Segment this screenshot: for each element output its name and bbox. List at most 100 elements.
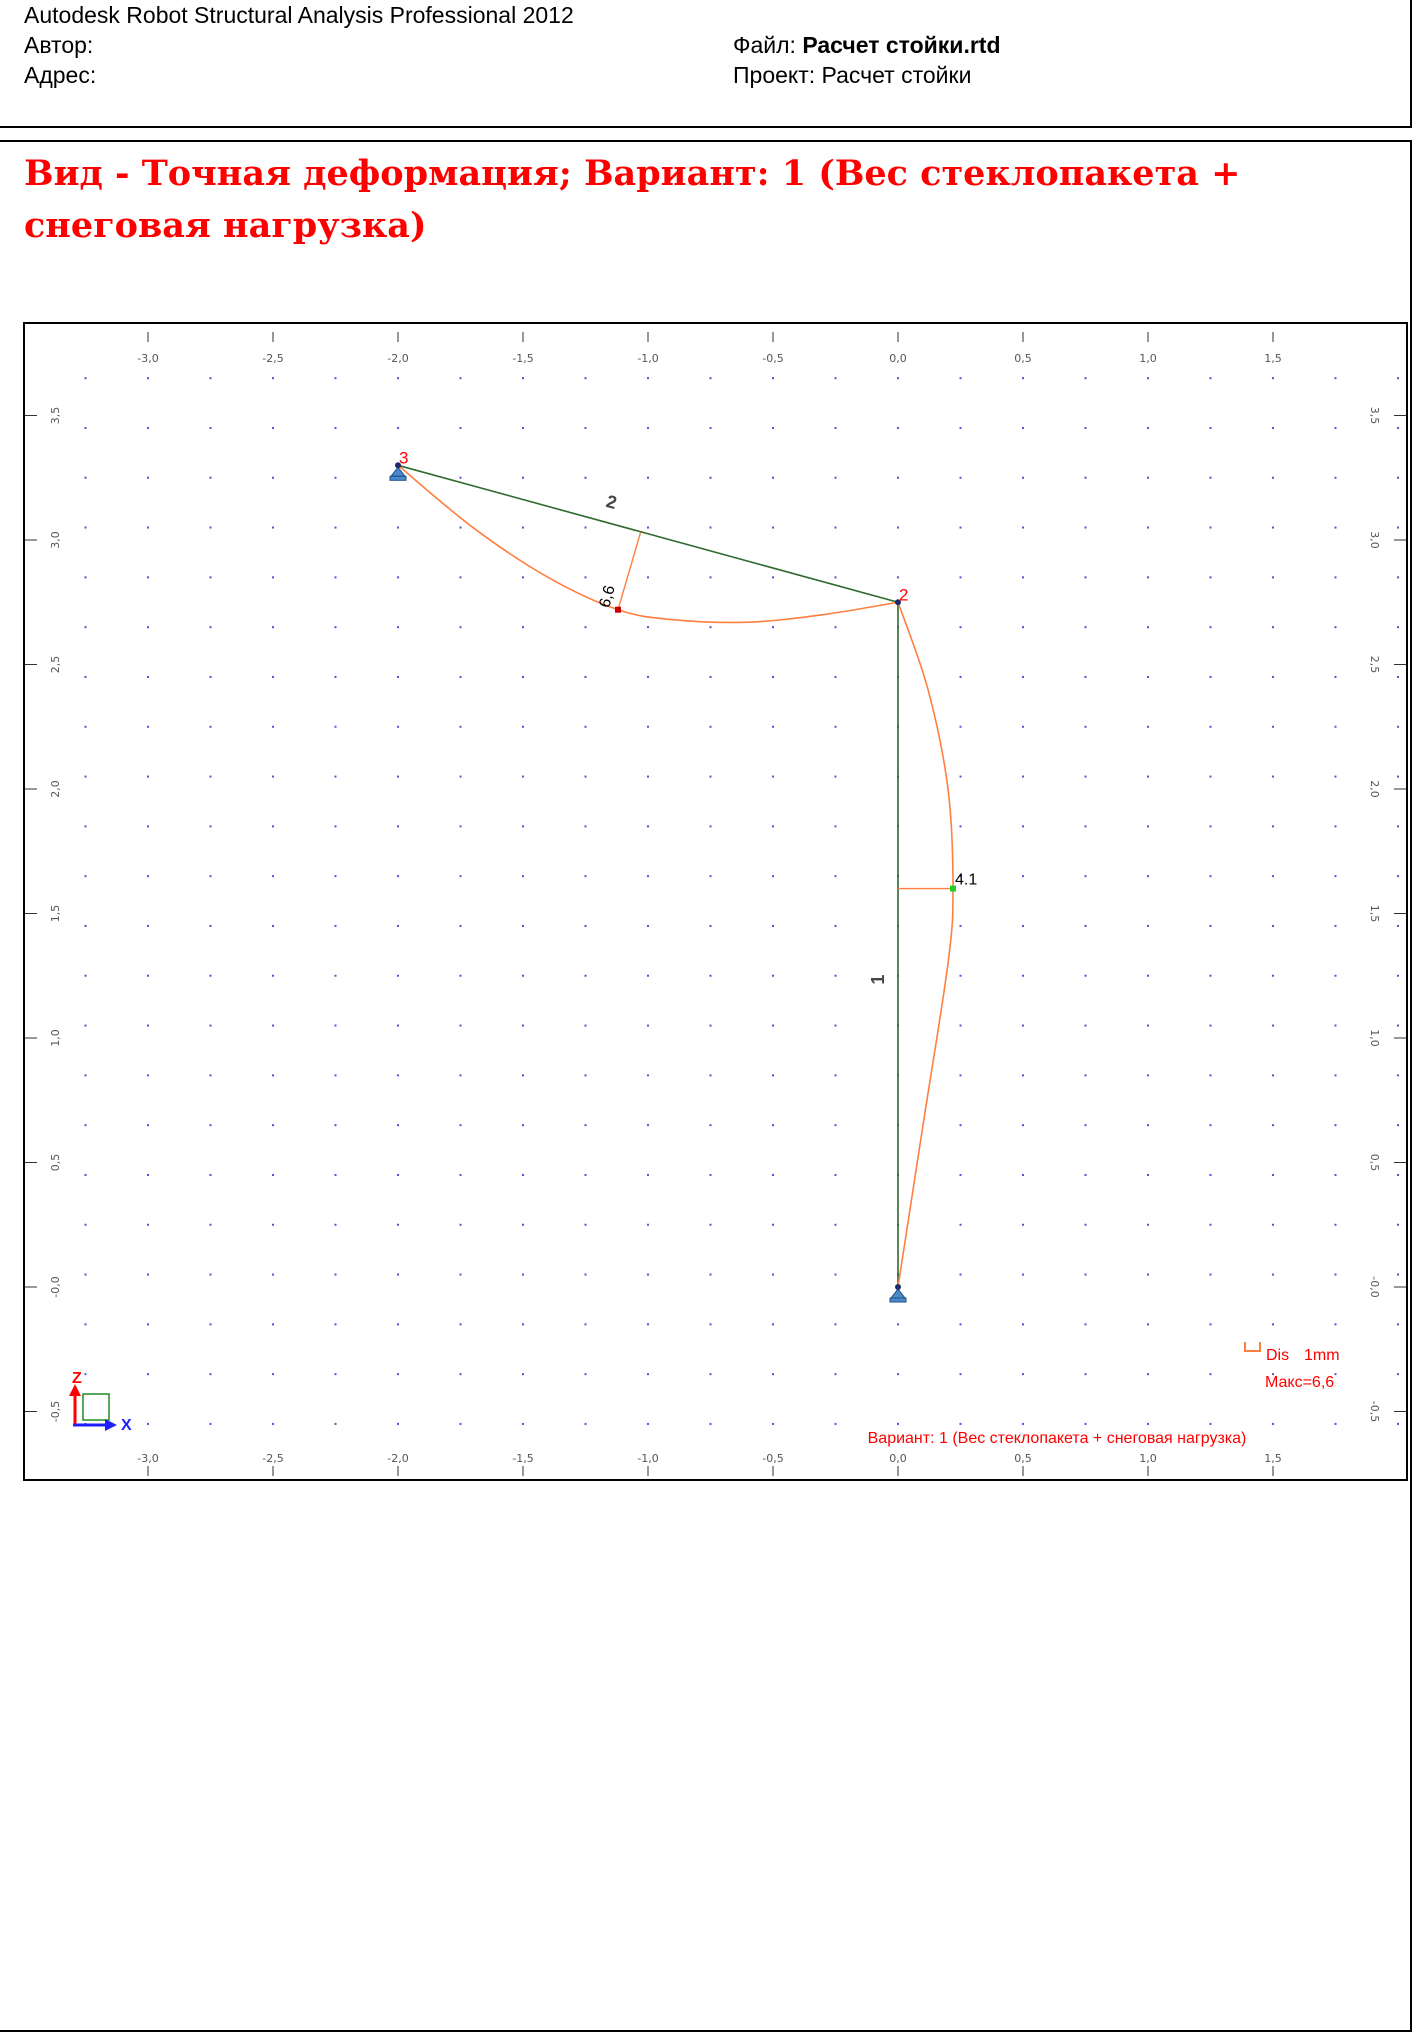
grid-dot: [1084, 476, 1087, 479]
x-tick-label-top: -0,5: [762, 352, 783, 365]
grid-dot: [834, 626, 837, 629]
deformed-shape-bar-1: [897, 601, 954, 1288]
grid-dot: [334, 626, 337, 629]
grid-dot: [772, 377, 774, 380]
x-tick-label-top: -2,5: [262, 352, 283, 365]
grid-dot: [459, 377, 462, 380]
grid-dot: [147, 1074, 149, 1077]
grid-dot: [459, 875, 462, 878]
deformed-shapes: 6,6 4.1: [397, 464, 977, 1288]
grid-dot: [1084, 1124, 1087, 1127]
grid-dot: [584, 526, 587, 529]
grid-dot: [1334, 377, 1337, 380]
grid-dot: [1334, 675, 1337, 678]
member-bar-2: [397, 464, 899, 604]
grid-dot: [647, 1173, 649, 1176]
grid-dot: [772, 924, 774, 927]
grid-dot: [272, 725, 274, 728]
grid-dot: [584, 1173, 587, 1176]
grid-dot: [1022, 526, 1024, 529]
grid-dot: [1209, 675, 1212, 678]
grid-dot: [522, 1373, 524, 1376]
grid-dot: [1334, 1124, 1337, 1127]
grid-dot: [1334, 1024, 1337, 1027]
grid-dot: [84, 377, 87, 380]
grid-dot: [1147, 675, 1149, 678]
grid-dot: [334, 1024, 337, 1027]
grid-dot: [209, 1124, 212, 1127]
grid: [84, 377, 1399, 1425]
grid-dot: [1022, 1024, 1024, 1027]
y-tick-label-left: 3,0: [49, 531, 62, 549]
grid-dot: [647, 1223, 649, 1226]
grid-dot: [584, 1323, 587, 1326]
grid-dot: [897, 377, 899, 380]
grid-dot: [1209, 725, 1212, 728]
grid-dot: [522, 825, 524, 828]
tick-labels: -3,0 -3,0 -2,5 -2,5 -2,0 -2,0 -1,5 -1,5 -1,0 -1,0…: [25, 332, 1406, 1476]
x-tick-label-top: 0,5: [1014, 352, 1032, 365]
grid-dot: [1272, 1074, 1274, 1077]
grid-dot: [959, 1273, 962, 1276]
grid-dot: [272, 1323, 274, 1326]
grid-dot: [647, 1323, 649, 1326]
grid-dot: [1334, 1173, 1337, 1176]
grid-dot: [1022, 476, 1024, 479]
grid-dot: [959, 1323, 962, 1326]
grid-dot: [772, 1273, 774, 1276]
grid-dot: [1022, 725, 1024, 728]
grid-dot: [147, 775, 149, 778]
grid-dot: [522, 1124, 524, 1127]
y-tick-label-right: 2,0: [1368, 780, 1381, 798]
grid-dot: [147, 924, 149, 927]
grid-dot: [959, 825, 962, 828]
grid-dot: [1147, 426, 1149, 429]
x-tick-label-top: 1,0: [1139, 352, 1157, 365]
x-tick-label-top: 1,5: [1264, 352, 1282, 365]
deformation-chart: -3,0 -3,0 -2,5 -2,5 -2,0 -2,0 -1,5 -1,5 -1,0 -1,0…: [25, 332, 1406, 1476]
grid-dot: [1147, 775, 1149, 778]
grid-dot: [1334, 526, 1337, 529]
grid-dot: [459, 626, 462, 629]
grid-dot: [1272, 725, 1274, 728]
grid-dot: [1272, 476, 1274, 479]
grid-dot: [334, 974, 337, 977]
grid-dot: [209, 974, 212, 977]
grid-dot: [772, 476, 774, 479]
file-row: Файл: Расчет стойки.rtd: [733, 32, 1001, 59]
grid-dot: [522, 1173, 524, 1176]
grid-dot: [1272, 526, 1274, 529]
grid-dot: [647, 924, 649, 927]
grid-dot: [397, 725, 399, 728]
grid-dot: [772, 775, 774, 778]
y-tick-label-left: 1,5: [49, 905, 62, 923]
grid-dot: [459, 775, 462, 778]
grid-dot: [209, 1273, 212, 1276]
grid-dot: [647, 1024, 649, 1027]
address-label: Адрес:: [24, 62, 97, 88]
grid-dot: [709, 825, 712, 828]
grid-dot: [147, 725, 149, 728]
grid-dot: [584, 974, 587, 977]
legend: Dis 1mm Макс=6,6 Вариант: 1 (Вес стеклопаке…: [868, 1342, 1340, 1447]
grid-dot: [147, 526, 149, 529]
nodes: 23: [389, 448, 908, 1303]
grid-dot: [1147, 1323, 1149, 1326]
grid-dot: [459, 1223, 462, 1226]
grid-dot: [1209, 974, 1212, 977]
grid-dot: [1084, 626, 1087, 629]
grid-dot: [1334, 1422, 1337, 1425]
grid-dot: [647, 426, 649, 429]
grid-dot: [1084, 675, 1087, 678]
grid-dot: [959, 576, 962, 579]
grid-dot: [834, 1273, 837, 1276]
grid-dot: [959, 1074, 962, 1077]
grid-dot: [647, 974, 649, 977]
grid-dot: [584, 377, 587, 380]
max-deflection-point: [615, 606, 621, 613]
grid-dot: [1397, 1373, 1399, 1376]
deformation-view[interactable]: -3,0 -3,0 -2,5 -2,5 -2,0 -2,0 -1,5 -1,5 -1,0 -1,0…: [23, 322, 1408, 1481]
support-base-icon: [889, 1297, 907, 1303]
grid-dot: [1022, 1223, 1024, 1226]
y-tick-label-right: 0,5: [1368, 1154, 1381, 1172]
